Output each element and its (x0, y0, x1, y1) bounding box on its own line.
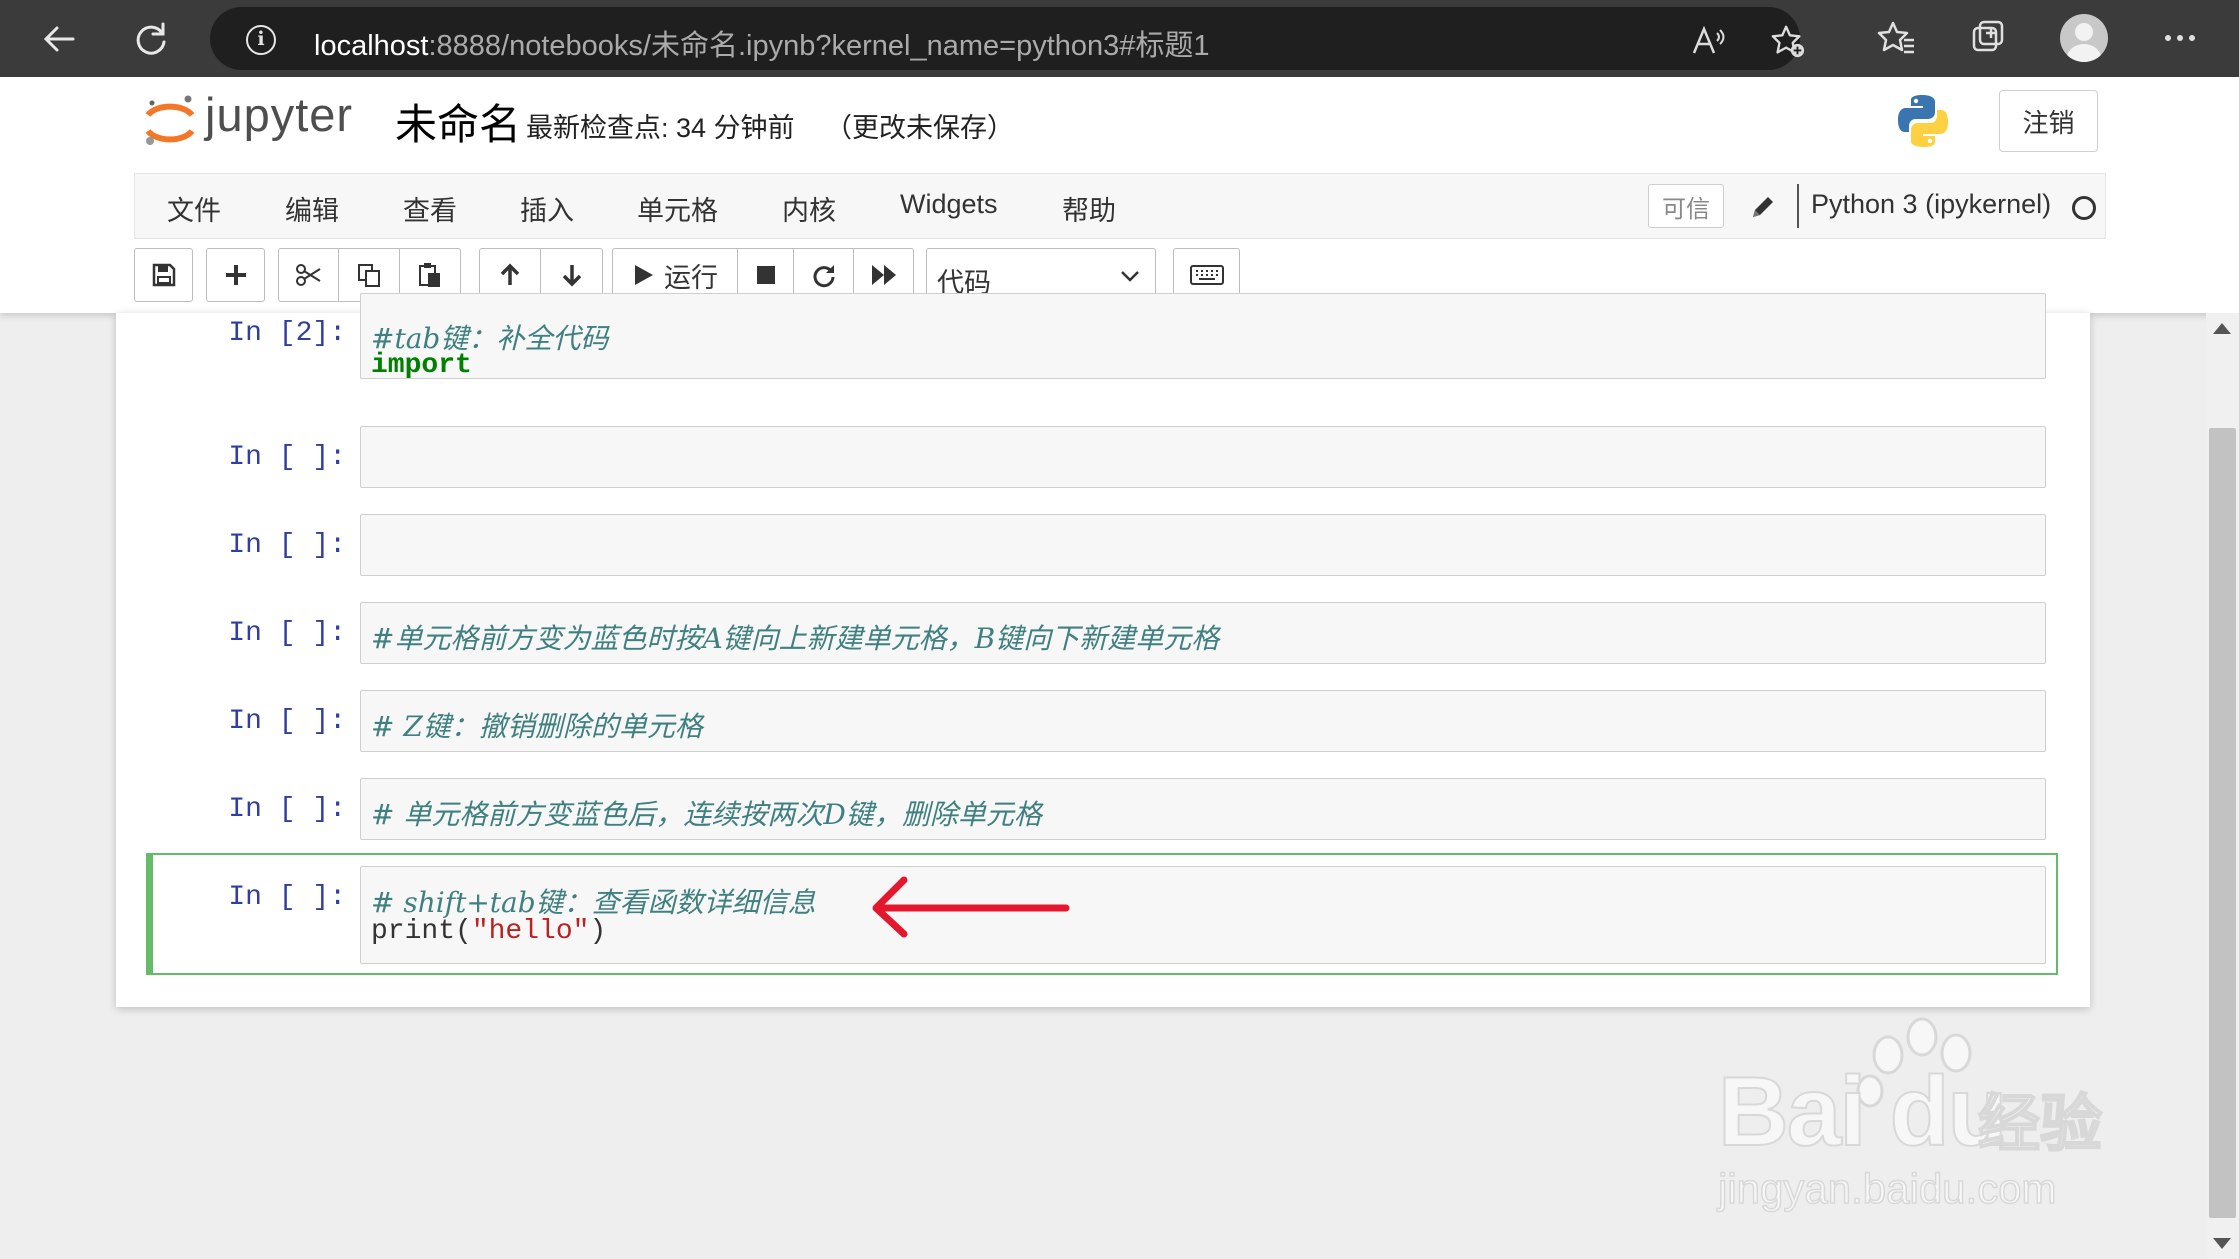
chevron-down-icon (1121, 271, 1139, 282)
back-button[interactable] (30, 10, 88, 68)
cell-prompt: In [ ]: (228, 442, 346, 473)
code-comment: # shift+tab键：查看函数详细信息 (371, 886, 816, 919)
cell-input[interactable] (360, 514, 2046, 576)
save-icon (152, 263, 175, 287)
cell-input[interactable]: #单元格前方变为蓝色时按A键向上新建单元格，B键向下新建单元格 (360, 602, 2046, 664)
notebook-container: In [2]: #tab键：补全代码 import In [ ]: In [ ]… (116, 293, 2090, 1007)
arrow-up-icon (500, 263, 520, 285)
save-button[interactable] (134, 248, 193, 302)
cell-input[interactable]: # Z键：撤销删除的单元格 (360, 690, 2046, 752)
notebook-title[interactable]: 未命名 (395, 91, 521, 152)
address-bar[interactable]: i localhost:8888/notebooks/未命名.ipynb?ker… (210, 7, 1805, 70)
fast-forward-icon (871, 265, 896, 285)
cell-input[interactable]: # 单元格前方变蓝色后，连续按两次D键，删除单元格 (360, 778, 2046, 840)
keyboard-icon (1189, 265, 1224, 285)
menu-help[interactable]: 帮助 (1062, 189, 1116, 228)
annotation-arrow-icon (872, 876, 1070, 938)
add-favorite-icon[interactable] (1770, 23, 1806, 59)
collections-icon[interactable] (1968, 18, 2008, 58)
code-keyword: import (371, 350, 472, 381)
scroll-up-icon[interactable] (2213, 323, 2231, 334)
url-path: :8888/notebooks/未命名.ipynb?kernel_name=py… (428, 30, 1210, 62)
cell-prompt: In [ ]: (228, 530, 346, 561)
checkpoint-status: 最新检查点: 34 分钟前 (526, 113, 795, 143)
run-label: 运行 (664, 262, 718, 293)
cell-prompt: In [ ]: (228, 706, 346, 737)
code-comment: # Z键：撤销删除的单元格 (371, 710, 703, 743)
reload-icon (136, 22, 166, 55)
paste-icon (419, 263, 440, 287)
page-scrollbar[interactable] (2206, 313, 2239, 1259)
plus-icon (225, 265, 246, 285)
jupyter-header: jupyter 未命名 最新检查点: 34 分钟前 （更改未保存） 注销 文件 … (0, 77, 2239, 313)
cell-input[interactable] (360, 426, 2046, 488)
unsaved-status: （更改未保存） (825, 113, 1014, 143)
cell-input[interactable]: # shift+tab键：查看函数详细信息 print("hello") (360, 866, 2046, 964)
reload-button[interactable] (122, 10, 180, 68)
cell-prompt: In [2]: (228, 318, 346, 349)
cell-input[interactable]: #tab键：补全代码 import (360, 293, 2046, 381)
kernel-name[interactable]: Python 3 (ipykernel) (1811, 189, 2051, 220)
url-host: localhost (314, 30, 429, 62)
menubar: 文件 编辑 查看 插入 单元格 内核 Widgets 帮助 可信 Python … (134, 173, 2106, 239)
watermark-url: jingyan.baidu.com (1717, 1164, 2057, 1213)
more-options-icon[interactable] (2160, 18, 2200, 58)
logout-button[interactable]: 注销 (1999, 90, 2098, 152)
menu-cell[interactable]: 单元格 (637, 189, 718, 228)
kernel-idle-indicator-icon (2072, 196, 2096, 220)
cut-button[interactable] (278, 248, 339, 302)
pencil-icon[interactable] (1747, 191, 1779, 223)
menu-kernel[interactable]: 内核 (782, 189, 836, 228)
scroll-thumb[interactable] (2209, 428, 2236, 1218)
menu-file[interactable]: 文件 (167, 189, 221, 228)
jupyter-logo-text[interactable]: jupyter (205, 87, 353, 142)
restart-icon (813, 265, 834, 288)
python-logo-icon (1898, 95, 1948, 147)
menu-insert[interactable]: 插入 (520, 189, 574, 228)
profile-avatar[interactable] (2060, 14, 2108, 62)
scroll-down-icon[interactable] (2213, 1238, 2231, 1249)
stop-icon (756, 266, 775, 284)
cell-prompt: In [ ]: (228, 618, 346, 649)
favorites-icon[interactable] (1876, 18, 1916, 58)
menu-view[interactable]: 查看 (403, 189, 457, 228)
copy-icon (358, 264, 380, 287)
watermark-cn: 经验 (1977, 1086, 2103, 1161)
code-paren: ) (589, 916, 607, 947)
scissors-icon (295, 264, 321, 286)
menu-widgets[interactable]: Widgets (900, 189, 998, 220)
baidu-jingyan-watermark: Bai du 经验 jingyan.baidu.com (1710, 1015, 2130, 1215)
site-info-icon[interactable]: i (246, 25, 276, 55)
read-aloud-icon[interactable] (1690, 23, 1726, 59)
back-arrow-icon (43, 26, 75, 52)
browser-toolbar: i localhost:8888/notebooks/未命名.ipynb?ker… (0, 0, 2239, 77)
code-string: "hello" (471, 916, 590, 947)
watermark-brand: Bai du (1717, 1055, 2008, 1167)
insert-cell-button[interactable] (206, 248, 265, 302)
code-print-line: print("hello") (371, 916, 606, 947)
trusted-badge[interactable]: 可信 (1648, 184, 1724, 228)
play-icon (635, 265, 653, 285)
arrow-down-icon (562, 265, 581, 287)
jupyter-logo-icon[interactable] (140, 91, 200, 151)
code-comment: # 单元格前方变蓝色后，连续按两次D键，删除单元格 (371, 798, 1042, 831)
menu-edit[interactable]: 编辑 (285, 189, 339, 228)
code-func: print( (371, 916, 472, 947)
kernel-divider (1797, 184, 1799, 228)
cell-prompt: In [ ]: (228, 794, 346, 825)
code-comment: #单元格前方变为蓝色时按A键向上新建单元格，B键向下新建单元格 (371, 622, 1220, 655)
cell-prompt: In [ ]: (228, 882, 346, 913)
url-text[interactable]: localhost:8888/notebooks/未命名.ipynb?kerne… (314, 22, 1210, 64)
